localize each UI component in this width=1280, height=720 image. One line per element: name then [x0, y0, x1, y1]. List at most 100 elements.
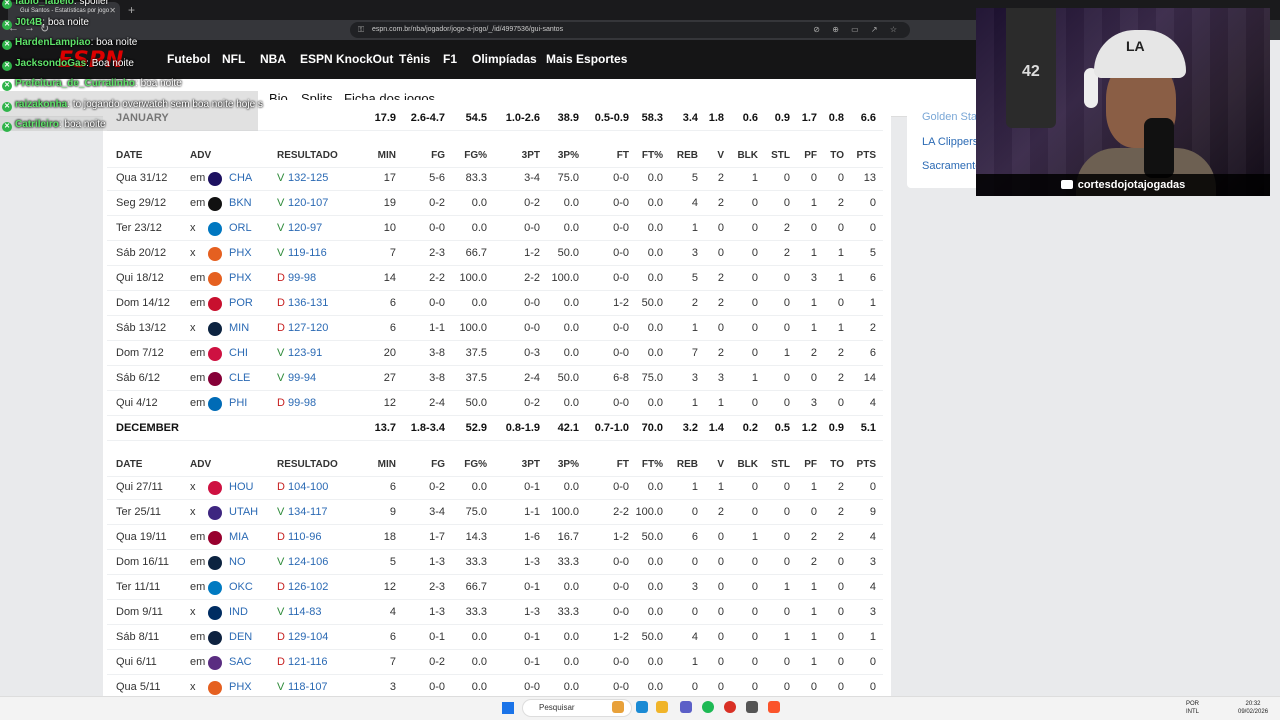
nav-espn-knockout[interactable]: ESPN KnockOut — [300, 52, 393, 66]
game-score-link[interactable]: 119-116 — [288, 241, 327, 266]
stat-cell: 0.0 — [647, 247, 663, 259]
opponent-team-link[interactable]: PHX — [229, 241, 252, 266]
chat-text: boa noite — [47, 16, 89, 28]
stat-cell: 0.0 — [563, 656, 579, 668]
game-score-link[interactable]: 120-97 — [288, 216, 322, 241]
opponent-team-link[interactable]: PHI — [229, 391, 247, 416]
url-tools-icons[interactable]: ⊘ ⊕ ▭ ↗ ☆ — [813, 22, 902, 38]
table-row[interactable]: Sáb 13/12 x MIN D 127-120 6 1-1 100.0 0-0 0.0 0-0 0… — [107, 316, 883, 341]
game-score-link[interactable]: 136-131 — [288, 291, 328, 316]
stat-cell: 13 — [863, 172, 876, 184]
table-row[interactable]: Ter 23/12 x ORL V 120-97 10 0-0 0.0 0-0 0.0 0-0 0.0… — [107, 216, 883, 241]
opponent-team-link[interactable]: CHA — [229, 166, 252, 191]
game-score-link[interactable]: 114-83 — [288, 600, 321, 625]
app-icon-2[interactable] — [746, 701, 758, 713]
game-score-link[interactable]: 129-104 — [288, 625, 328, 650]
stat-cell: 0-0 — [429, 297, 445, 309]
stat-cell: 0 — [869, 481, 876, 493]
stat-cell: 3-8 — [429, 372, 445, 384]
table-row[interactable]: Qui 27/11 x HOU D 104-100 6 0-2 0.0 0-1 0.0 0-0 0.0… — [107, 475, 883, 500]
location-label: em — [190, 297, 206, 309]
table-row[interactable]: Qui 4/12 em PHI D 99-98 12 2-4 50.0 0-2 0.0 0-0 0.0… — [107, 391, 883, 416]
edge-icon[interactable] — [636, 701, 648, 713]
table-row[interactable]: Seg 29/12 em BKN V 120-107 19 0-2 0.0 0-2 0.0 0-0 0… — [107, 191, 883, 216]
table-row[interactable]: Qua 31/12 em CHA V 132-125 17 5-6 83.3 3-4 75.0 0-… — [107, 166, 883, 191]
game-score-link[interactable]: 120-107 — [288, 191, 328, 216]
brave-icon[interactable] — [768, 701, 780, 713]
game-score-link[interactable]: 99-94 — [288, 366, 316, 391]
table-row[interactable]: Dom 9/11 x IND V 114-83 4 1-3 33.3 1-3 33.3 0-0 0.0… — [107, 600, 883, 625]
table-row[interactable]: Dom 7/12 em CHI V 123-91 20 3-8 37.5 0-3 0.0 0-0 0.… — [107, 341, 883, 366]
stat-cell: 0-1 — [524, 581, 540, 593]
chrome-icon[interactable] — [724, 701, 736, 713]
sidebar-item-la-clippers[interactable]: LA Clippers — [922, 136, 978, 148]
stat-cell: 0.0 — [647, 606, 663, 618]
stat-cell: 1-3 — [429, 606, 445, 618]
game-score-link[interactable]: 123-91 — [288, 341, 322, 366]
opponent-team-link[interactable]: SAC — [229, 650, 252, 675]
stat-cell: 0.0 — [471, 481, 487, 493]
widget-icon[interactable] — [612, 701, 624, 713]
table-row[interactable]: Sáb 6/12 em CLE V 99-94 27 3-8 37.5 2-4 50.0 6-8 75… — [107, 366, 883, 391]
spotify-icon[interactable] — [702, 701, 714, 713]
opponent-team-link[interactable]: MIA — [229, 525, 249, 550]
opponent-team-link[interactable]: MIN — [229, 316, 249, 341]
game-score-link[interactable]: 99-98 — [288, 266, 316, 291]
language-indicator[interactable]: POR INTL — [1186, 700, 1199, 716]
stat-cell: 1-1 — [524, 506, 540, 518]
game-score-link[interactable]: 134-117 — [288, 500, 328, 525]
opponent-team-link[interactable]: POR — [229, 291, 253, 316]
opponent-team-link[interactable]: ORL — [229, 216, 252, 241]
nav-olimpiadas[interactable]: Olimpíadas — [472, 52, 537, 66]
opponent-team-link[interactable]: HOU — [229, 475, 253, 500]
table-row[interactable]: Sáb 20/12 x PHX V 119-116 7 2-3 66.7 1-2 50.0 0-0 0… — [107, 241, 883, 266]
team-logo-icon — [208, 531, 222, 545]
nav-f1[interactable]: F1 — [443, 52, 457, 66]
opponent-team-link[interactable]: NO — [229, 550, 246, 575]
table-row[interactable]: Dom 16/11 em NO V 124-106 5 1-3 33.3 1-3 33.3 0-0 0… — [107, 550, 883, 575]
app-icon[interactable] — [680, 701, 692, 713]
opponent-team-link[interactable]: CHI — [229, 341, 248, 366]
stat-cell: 100.0 — [551, 506, 579, 518]
opponent-team-link[interactable]: OKC — [229, 575, 253, 600]
file-explorer-icon[interactable] — [656, 701, 668, 713]
stat-cell: 0.0 — [647, 197, 663, 209]
clock[interactable]: 20:32 09/02/2026 — [1238, 700, 1268, 716]
game-score-link[interactable]: 121-116 — [288, 650, 328, 675]
game-score-link[interactable]: 110-96 — [288, 525, 321, 550]
stat-cell: 50.0 — [641, 631, 663, 643]
stat-cell: 2-2 — [429, 272, 445, 284]
opponent-team-link[interactable]: CLE — [229, 366, 250, 391]
table-row[interactable]: Ter 11/11 em OKC D 126-102 12 2-3 66.7 0-1 0.0 0-0… — [107, 575, 883, 600]
opponent-team-link[interactable]: DEN — [229, 625, 252, 650]
opponent-team-link[interactable]: UTAH — [229, 500, 258, 525]
opponent-team-link[interactable]: PHX — [229, 266, 252, 291]
opponent-team-link[interactable]: IND — [229, 600, 248, 625]
stat-cell: 0 — [869, 197, 876, 209]
game-score-link[interactable]: 126-102 — [288, 575, 328, 600]
nav-nba[interactable]: NBA — [260, 52, 286, 66]
stat-cell: 0.0 — [563, 631, 579, 643]
game-date: Ter 23/12 — [116, 222, 162, 234]
nav-mais-esportes[interactable]: Mais Esportes — [546, 52, 627, 66]
game-score-link[interactable]: 124-106 — [288, 550, 328, 575]
nav-tenis[interactable]: Tênis — [399, 52, 430, 66]
table-row[interactable]: Sáb 8/11 em DEN D 129-104 6 0-1 0.0 0-1 0.0 1-2 50.… — [107, 625, 883, 650]
table-row[interactable]: Qui 18/12 em PHX D 99-98 14 2-2 100.0 2-2 100.0 0-… — [107, 266, 883, 291]
stat-cell: 2-4 — [524, 372, 540, 384]
opponent-team-link[interactable]: BKN — [229, 191, 252, 216]
address-bar[interactable]: ⚿ espn.com.br/nba/jogador/jogo-a-jogo/_/… — [350, 22, 910, 38]
chat-username: fabio_fabelo — [15, 0, 74, 7]
table-row[interactable]: Qui 6/11 em SAC D 121-116 7 0-2 0.0 0-1 0.0 0-0 0.0… — [107, 650, 883, 675]
game-score-link[interactable]: 132-125 — [288, 166, 328, 191]
game-score-link[interactable]: 127-120 — [288, 316, 328, 341]
table-row[interactable]: Qua 19/11 em MIA D 110-96 18 1-7 14.3 1-6 16.7 1-2… — [107, 525, 883, 550]
sidebar-item-sacramento[interactable]: Sacramento — [922, 160, 981, 172]
windows-start-icon[interactable] — [502, 702, 514, 714]
game-score-link[interactable]: 104-100 — [288, 475, 328, 500]
stat-cell: 33.3 — [465, 606, 487, 618]
table-row[interactable]: Ter 25/11 x UTAH V 134-117 9 3-4 75.0 1-1 100.0 2-… — [107, 500, 883, 525]
table-row[interactable]: Dom 14/12 em POR D 136-131 6 0-0 0.0 0-0 0.0 1-2 50… — [107, 291, 883, 316]
summary-value: 38.9 — [557, 112, 579, 124]
game-score-link[interactable]: 99-98 — [288, 391, 316, 416]
